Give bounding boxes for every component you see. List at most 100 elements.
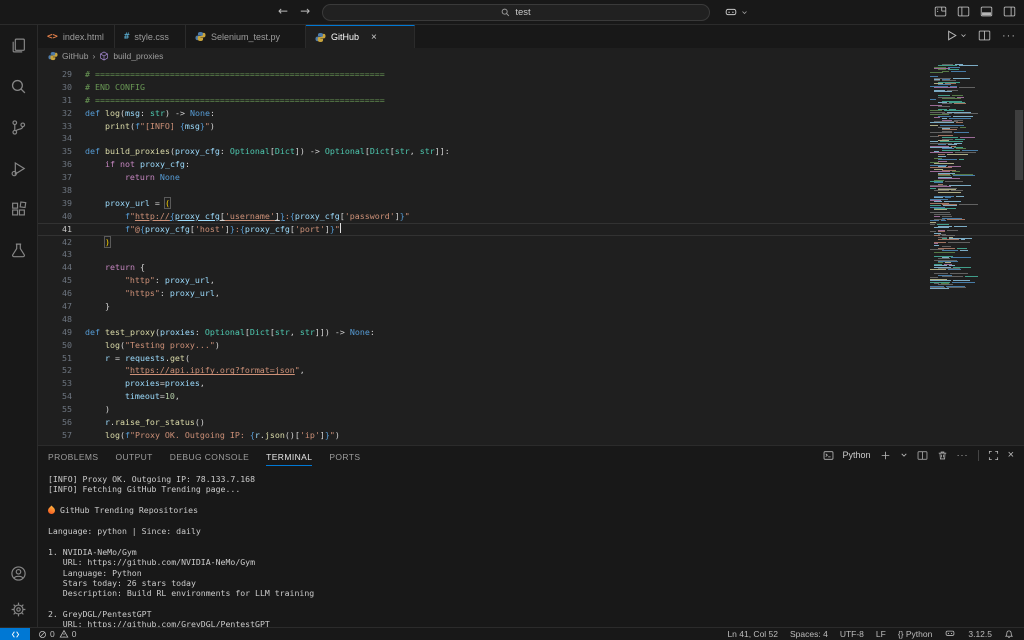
tab-style-css[interactable]: #style.css (115, 25, 186, 48)
panel-tab-debug-console[interactable]: DEBUG CONSOLE (170, 448, 249, 466)
run-debug-icon[interactable] (7, 156, 31, 180)
new-terminal-icon[interactable] (880, 450, 891, 461)
cursor-position[interactable]: Ln 41, Col 52 (727, 629, 778, 639)
code-line[interactable]: 37return None (38, 171, 1024, 184)
account-icon[interactable] (7, 561, 31, 585)
toggle-secondary-sidebar-icon[interactable] (1003, 5, 1016, 18)
nav-back-icon[interactable]: ← (278, 4, 288, 18)
code-line[interactable]: 54timeout=10, (38, 390, 1024, 403)
encoding[interactable]: UTF-8 (840, 629, 864, 639)
tab-close-icon[interactable]: × (371, 32, 377, 43)
terminal-dropdown-icon[interactable] (900, 451, 908, 459)
panel-more-icon[interactable]: ··· (957, 450, 969, 460)
code-line[interactable]: 52"https://api.ipify.org?format=json", (38, 364, 1024, 377)
indentation[interactable]: Spaces: 4 (790, 629, 828, 639)
terminal-shell-label[interactable]: Python (843, 450, 871, 460)
breadcrumb-symbol[interactable]: build_proxies (113, 51, 163, 61)
code-line[interactable]: 51r = requests.get( (38, 352, 1024, 365)
code-line[interactable]: 40f"http://{proxy_cfg['username']}:{prox… (38, 210, 1024, 223)
settings-gear-icon[interactable] (7, 597, 31, 621)
panel-header: PROBLEMS OUTPUT DEBUG CONSOLE TERMINAL PORTS… (38, 446, 1024, 467)
code-line[interactable]: 47} (38, 300, 1024, 313)
code-line[interactable]: 43 (38, 248, 1024, 261)
explorer-icon[interactable] (7, 33, 31, 57)
line-number: 42 (38, 236, 72, 249)
kill-terminal-icon[interactable] (937, 450, 948, 461)
panel-tab-terminal[interactable]: TERMINAL (266, 448, 312, 466)
code-line[interactable]: 57log(f"Proxy OK. Outgoing IP: {r.json()… (38, 429, 1024, 442)
python-version[interactable]: 3.12.5 (968, 629, 992, 639)
panel-tab-output[interactable]: OUTPUT (115, 448, 152, 466)
run-button[interactable] (945, 29, 967, 42)
panel-tab-problems[interactable]: PROBLEMS (48, 448, 98, 466)
search-input[interactable]: test (322, 4, 710, 21)
code-line[interactable]: 50log("Testing proxy...") (38, 339, 1024, 352)
code-line[interactable]: 53proxies=proxies, (38, 377, 1024, 390)
remote-indicator[interactable] (0, 628, 30, 640)
fire-icon (47, 506, 57, 516)
code-editor[interactable]: 29 # ====================================… (38, 64, 1024, 445)
chevron-down-icon (741, 9, 748, 16)
tab-label: Selenium_test.py (211, 32, 280, 42)
extensions-icon[interactable] (7, 197, 31, 221)
terminal-line: [INFO] Proxy OK. Outgoing IP: 78.133.7.1… (48, 474, 1024, 484)
line-content: # ======================================… (85, 68, 385, 81)
warnings-indicator[interactable]: 0 (59, 629, 77, 639)
code-line[interactable]: 41f"@{proxy_cfg['host']}:{proxy_cfg['por… (38, 223, 1024, 236)
code-line[interactable]: 30# END CONFIG (38, 81, 1024, 94)
language-mode[interactable]: {} Python (898, 629, 933, 639)
code-line[interactable]: 46"https": proxy_url, (38, 287, 1024, 300)
code-line[interactable]: 32def log(msg: str) -> None: (38, 107, 1024, 120)
code-line[interactable]: 49def test_proxy(proxies: Optional[Dict[… (38, 326, 1024, 339)
code-line[interactable]: 56r.raise_for_status() (38, 416, 1024, 429)
breadcrumb-file[interactable]: GitHub (62, 51, 88, 61)
terminal-line (48, 495, 1024, 505)
line-content: log(f"Proxy OK. Outgoing IP: {r.json()['… (85, 429, 340, 442)
source-control-icon[interactable] (7, 115, 31, 139)
code-line[interactable]: 39proxy_url = ( (38, 197, 1024, 210)
minimap[interactable] (930, 64, 978, 294)
split-editor-icon[interactable] (978, 29, 991, 42)
nav-forward-icon[interactable]: → (300, 4, 310, 18)
more-actions-icon[interactable]: ··· (1002, 30, 1016, 42)
code-line[interactable]: 34 (38, 132, 1024, 145)
line-number: 44 (38, 261, 72, 274)
panel-tab-ports[interactable]: PORTS (329, 448, 360, 466)
copilot-icon[interactable] (944, 629, 956, 639)
line-number: 32 (38, 107, 72, 120)
code-line[interactable]: 31# ====================================… (38, 94, 1024, 107)
tab-github[interactable]: GitHub× (306, 25, 415, 48)
code-line[interactable]: 44return { (38, 261, 1024, 274)
eol[interactable]: LF (876, 629, 886, 639)
code-line[interactable]: 33print(f"[INFO] {msg}") (38, 120, 1024, 133)
maximize-panel-icon[interactable] (988, 450, 999, 461)
code-line[interactable]: 48 (38, 313, 1024, 326)
terminal-output[interactable]: [INFO] Proxy OK. Outgoing IP: 78.133.7.1… (38, 470, 1024, 627)
editor-scrollbar[interactable] (1015, 110, 1023, 180)
code-line[interactable]: 45"http": proxy_url, (38, 274, 1024, 287)
copilot-menu[interactable] (724, 5, 748, 19)
line-number: 29 (38, 68, 72, 81)
split-terminal-icon[interactable] (917, 450, 928, 461)
code-line[interactable]: 35def build_proxies(proxy_cfg: Optional[… (38, 145, 1024, 158)
tab-index-html[interactable]: <>index.html (38, 25, 115, 48)
line-content: ) (85, 236, 110, 249)
terminal-line: Description: Build RL environments for L… (48, 588, 1024, 598)
code-line[interactable]: 42) (38, 236, 1024, 249)
bell-icon[interactable] (1004, 629, 1014, 639)
toggle-panel-icon[interactable] (980, 5, 993, 18)
code-line[interactable]: 36if not proxy_cfg: (38, 158, 1024, 171)
code-line[interactable]: 55) (38, 403, 1024, 416)
line-number: 53 (38, 377, 72, 390)
close-panel-icon[interactable]: × (1008, 449, 1014, 461)
line-number: 56 (38, 416, 72, 429)
code-line[interactable]: 29 # ====================================… (38, 68, 1024, 81)
testing-icon[interactable] (7, 238, 31, 262)
toggle-sidebar-icon[interactable] (957, 5, 970, 18)
search-sidebar-icon[interactable] (7, 74, 31, 98)
tab-selenium-test-py[interactable]: Selenium_test.py (186, 25, 306, 48)
customize-layout-icon[interactable] (934, 5, 947, 18)
code-line[interactable]: 38 (38, 184, 1024, 197)
line-content: return None (85, 171, 180, 184)
errors-indicator[interactable]: 0 (38, 629, 55, 639)
